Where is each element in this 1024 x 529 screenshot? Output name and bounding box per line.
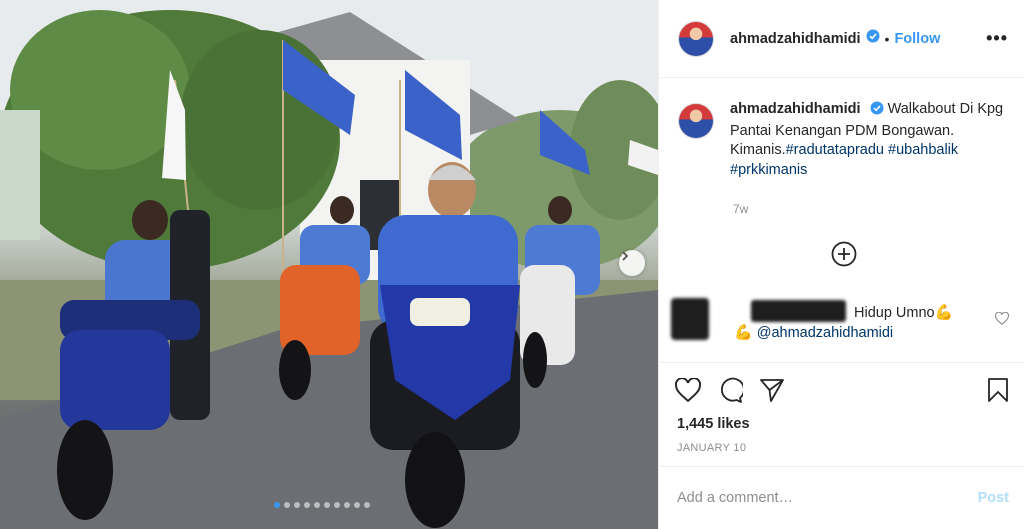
post-caption: ahmadzahidhamidi Walkabout Di Kpg Pantai… xyxy=(678,100,1008,180)
follow-button[interactable]: Follow xyxy=(894,31,940,47)
caption-avatar[interactable] xyxy=(678,103,714,139)
heart-icon[interactable] xyxy=(675,378,701,402)
verified-badge-icon xyxy=(870,101,884,122)
hashtag-link[interactable]: #prkkimanis xyxy=(730,162,807,178)
muscle-emoji: 💪 xyxy=(934,304,954,321)
carousel-dot xyxy=(344,502,350,508)
carousel-dot xyxy=(284,502,290,508)
post-sidebar: ahmadzahidhamidi • Follow ••• ahmadzahid… xyxy=(658,0,1024,529)
more-options-button[interactable]: ••• xyxy=(986,28,1008,49)
carousel-dot xyxy=(314,502,320,508)
carousel-dots xyxy=(274,502,370,508)
paper-plane-icon[interactable] xyxy=(759,377,785,403)
bookmark-icon[interactable] xyxy=(987,377,1009,403)
photo-scene xyxy=(0,0,658,529)
post-actions-section: 1,445 likes JANUARY 10 xyxy=(659,362,1024,454)
verified-badge-icon xyxy=(866,29,880,48)
caption-username[interactable]: ahmadzahidhamidi xyxy=(730,101,861,117)
carousel-dot xyxy=(334,502,340,508)
carousel-dot xyxy=(364,502,370,508)
comment-text: Hidup Umno💪 xyxy=(854,303,953,321)
post-comment-button[interactable]: Post xyxy=(978,490,1009,506)
header-separator: • xyxy=(884,30,890,47)
action-bar xyxy=(659,363,1024,405)
post-date: JANUARY 10 xyxy=(677,442,747,454)
comment-body: Hidup Umno xyxy=(854,305,935,321)
add-comment-bar: Post xyxy=(659,466,1024,529)
like-comment-icon[interactable] xyxy=(994,311,1010,330)
comment-input[interactable] xyxy=(677,490,978,506)
carousel-dot xyxy=(294,502,300,508)
comment-mention-line: 💪 @ahmadzahidhamidi xyxy=(734,323,893,341)
load-more-comments-button[interactable] xyxy=(831,241,857,267)
hashtag-link[interactable]: #ubahbalik xyxy=(888,142,958,158)
redacted-avatar xyxy=(671,298,709,340)
carousel-dot xyxy=(274,502,280,508)
next-photo-button[interactable] xyxy=(619,250,645,276)
likes-count[interactable]: 1,445 likes xyxy=(659,416,1024,432)
carousel-dot xyxy=(324,502,330,508)
post-time-ago: 7w xyxy=(733,202,749,216)
post-header: ahmadzahidhamidi • Follow ••• xyxy=(659,0,1024,78)
mention-link[interactable]: @ahmadzahidhamidi xyxy=(757,325,893,341)
carousel-dot xyxy=(354,502,360,508)
post-photo[interactable] xyxy=(0,0,658,529)
redacted-username xyxy=(751,300,846,322)
plus-circle-icon xyxy=(831,241,857,267)
caption-body: ahmadzahidhamidi Walkabout Di Kpg Pantai… xyxy=(730,100,1008,180)
username-link[interactable]: ahmadzahidhamidi xyxy=(730,31,861,47)
avatar[interactable] xyxy=(678,20,714,57)
carousel-dot xyxy=(304,502,310,508)
hashtag-link[interactable]: #radutatapradu xyxy=(786,142,884,158)
muscle-emoji: 💪 xyxy=(734,324,753,341)
comment-bubble-icon[interactable] xyxy=(717,377,743,403)
